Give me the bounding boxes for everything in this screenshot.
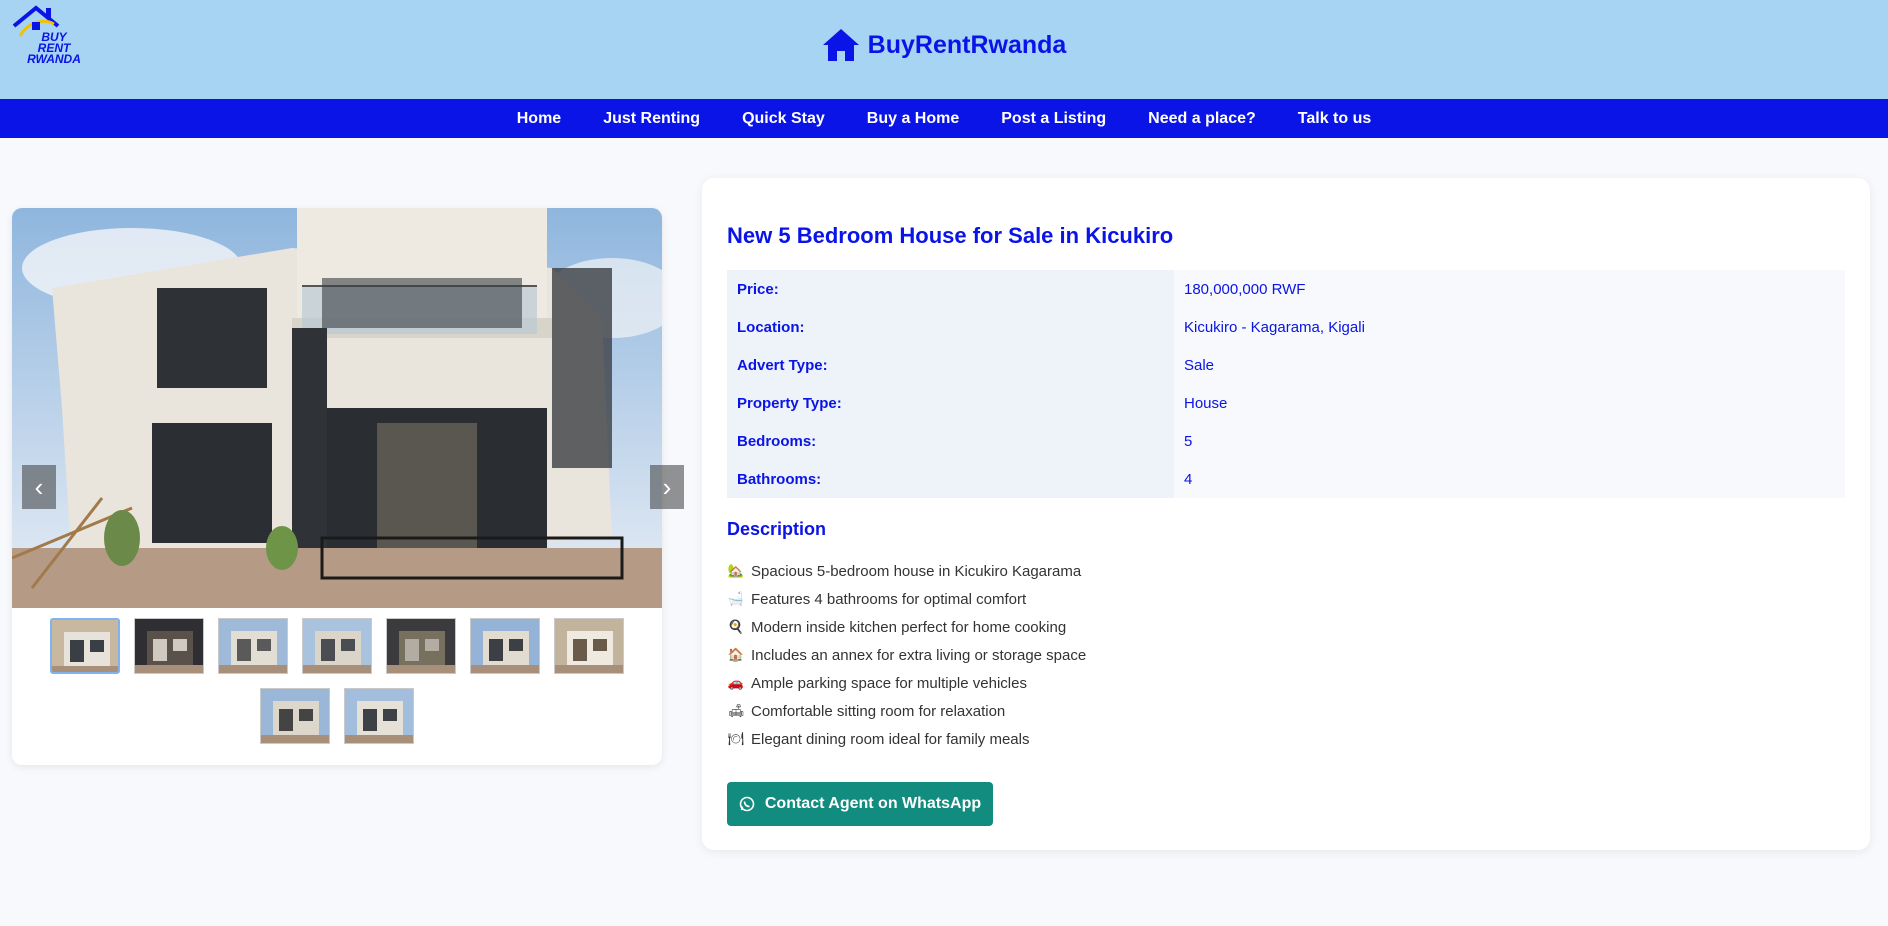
- prev-photo-button[interactable]: ‹: [22, 465, 56, 509]
- nav-item-talk-to-us[interactable]: Talk to us: [1277, 110, 1393, 128]
- thumbnail-photo: [135, 619, 203, 673]
- description-item: 🚗 Ample parking space for multiple vehicl…: [727, 669, 1086, 697]
- thumbnail-photo: [303, 619, 371, 673]
- gallery-thumbnail[interactable]: [386, 618, 456, 674]
- thumbnail-photo: [345, 689, 413, 743]
- description-text: Elegant dining room ideal for family mea…: [751, 730, 1030, 748]
- description-emoji-icon: 🏠: [727, 647, 745, 663]
- description-heading: Description: [727, 519, 827, 539]
- nav-item-post-a-listing[interactable]: Post a Listing: [980, 110, 1127, 128]
- whatsapp-icon: [739, 796, 755, 812]
- site-header: BUY RENT RWANDA BuyRentRwanda: [0, 0, 1888, 99]
- thumbnail-photo: [261, 689, 329, 743]
- info-value: Sale: [1174, 346, 1845, 384]
- description-text: Ample parking space for multiple vehicle…: [751, 674, 1027, 692]
- gallery-thumbnail[interactable]: [134, 618, 204, 674]
- info-label: Advert Type:: [727, 346, 1174, 384]
- info-row: Bedrooms: 5: [727, 422, 1845, 460]
- description-item: 🍽 Elegant dining room ideal for family me…: [727, 725, 1086, 753]
- description-text: Features 4 bathrooms for optimal comfort: [751, 590, 1027, 608]
- description-text: Includes an annex for extra living or st…: [751, 646, 1087, 664]
- house-photo: [12, 208, 662, 608]
- info-row: Bathrooms: 4: [727, 460, 1845, 498]
- description-item: 🛁 Features 4 bathrooms for optimal comfor…: [727, 585, 1086, 613]
- description-list: 🏡 Spacious 5-bedroom house in Kicukiro Ka…: [727, 557, 1086, 753]
- nav-item-buy-a-home[interactable]: Buy a Home: [846, 110, 980, 128]
- info-value: Kicukiro - Kagarama, Kigali: [1174, 308, 1845, 346]
- gallery-thumbnail[interactable]: [554, 618, 624, 674]
- description-emoji-icon: 🛁: [727, 591, 745, 607]
- description-emoji-icon: 🍽: [727, 731, 745, 747]
- info-label: Bathrooms:: [727, 460, 1174, 498]
- listing-title: New 5 Bedroom House for Sale in Kicukiro: [727, 223, 1174, 248]
- nav-item-quick-stay[interactable]: Quick Stay: [721, 110, 846, 128]
- gallery-thumbnail[interactable]: [470, 618, 540, 674]
- description-emoji-icon: 🛋: [727, 703, 745, 719]
- home-icon: [822, 29, 859, 61]
- main-photo: [12, 208, 662, 608]
- info-value: 4: [1174, 460, 1845, 498]
- description-emoji-icon: 🍳: [727, 619, 745, 635]
- description-text: Comfortable sitting room for relaxation: [751, 702, 1006, 720]
- thumbnail-strip: [12, 618, 662, 744]
- info-label: Location:: [727, 308, 1174, 346]
- description-text: Spacious 5-bedroom house in Kicukiro Kag…: [751, 562, 1082, 580]
- description-item: 🏠 Includes an annex for extra living or s…: [727, 641, 1086, 669]
- info-label: Property Type:: [727, 384, 1174, 422]
- info-row: Advert Type: Sale: [727, 346, 1845, 384]
- info-value: 5: [1174, 422, 1845, 460]
- next-photo-button[interactable]: ›: [650, 465, 684, 509]
- whatsapp-button-label: Contact Agent on WhatsApp: [764, 795, 982, 812]
- description-emoji-icon: 🚗: [727, 675, 745, 691]
- brand-title[interactable]: BuyRentRwanda: [868, 31, 1067, 60]
- info-value: House: [1174, 384, 1845, 422]
- thumbnail-photo: [555, 619, 623, 673]
- info-row: Property Type: House: [727, 384, 1845, 422]
- info-row: Price: 180,000,000 RWF: [727, 270, 1845, 308]
- photo-gallery: ‹ ›: [12, 208, 684, 765]
- gallery-thumbnail[interactable]: [50, 618, 120, 674]
- nav-item-home[interactable]: Home: [496, 110, 582, 128]
- gallery-thumbnail[interactable]: [260, 688, 330, 744]
- whatsapp-contact-button[interactable]: Contact Agent on WhatsApp: [727, 782, 993, 826]
- gallery-thumbnail[interactable]: [302, 618, 372, 674]
- nav-item-need-a-place[interactable]: Need a place?: [1127, 110, 1277, 128]
- listing-details: New 5 Bedroom House for Sale in Kicukiro…: [702, 178, 1870, 850]
- description-item: 🏡 Spacious 5-bedroom house in Kicukiro Ka…: [727, 557, 1086, 585]
- nav-item-just-renting[interactable]: Just Renting: [582, 110, 721, 128]
- gallery-thumbnail[interactable]: [218, 618, 288, 674]
- gallery-thumbnail[interactable]: [344, 688, 414, 744]
- info-label: Bedrooms:: [727, 422, 1174, 460]
- info-value: 180,000,000 RWF: [1174, 270, 1845, 308]
- description-emoji-icon: 🏡: [727, 563, 745, 579]
- main-nav: Home Just Renting Quick Stay Buy a Home Post…: [0, 99, 1888, 138]
- thumbnail-photo: [52, 620, 118, 672]
- listing-info-table: Price: 180,000,000 RWF Location: Kicukiro -…: [727, 270, 1845, 498]
- description-item: 🛋 Comfortable sitting room for relaxation: [727, 697, 1086, 725]
- thumbnail-photo: [471, 619, 539, 673]
- brand: BuyRentRwanda: [0, 28, 1888, 67]
- thumbnail-photo: [387, 619, 455, 673]
- info-row: Location: Kicukiro - Kagarama, Kigali: [727, 308, 1845, 346]
- thumbnail-photo: [219, 619, 287, 673]
- description-item: 🍳 Modern inside kitchen perfect for home …: [727, 613, 1086, 641]
- info-label: Price:: [727, 270, 1174, 308]
- description-text: Modern inside kitchen perfect for home c…: [751, 618, 1067, 636]
